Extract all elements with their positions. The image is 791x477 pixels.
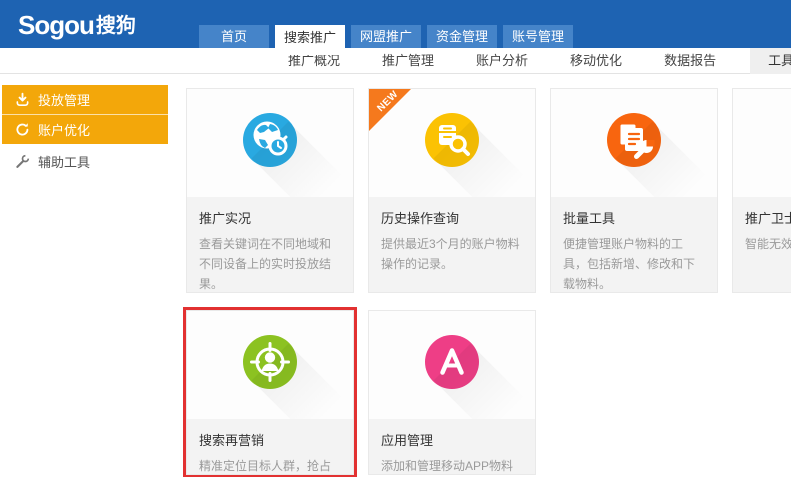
subnav-tools[interactable]: 工具 NEW (750, 48, 791, 74)
card-title: 批量工具 (563, 211, 616, 226)
top-header: Sogou 搜狗 首页 搜索推广 网盟推广 资金管理 账号管理 (0, 0, 791, 55)
card-text-area: 应用管理 添加和管理移动APP物料的平台。 (369, 419, 535, 474)
card-search-remarketing[interactable]: 搜索再营销 精准定位目标人群，抢占商机。 (183, 307, 357, 477)
download-icon (16, 92, 29, 106)
history-search-icon (425, 113, 479, 167)
tab-search-promotion[interactable]: 搜索推广 (275, 25, 345, 55)
card-text-area: 推广实况 查看关键词在不同地域和不同设备上的实时投放结果。 (187, 197, 353, 292)
globe-clock-icon (243, 113, 297, 167)
card-title: 应用管理 (381, 433, 434, 448)
subnav-promotion-management[interactable]: 推广管理 (374, 48, 442, 74)
card-icon-area (187, 89, 353, 197)
card-row-1: 推广实况 查看关键词在不同地域和不同设备上的实时投放结果。 NEW 历史操作查询… (186, 88, 791, 293)
tab-network-promotion[interactable]: 网盟推广 (351, 25, 421, 48)
logo-text-cn: 搜狗 (95, 15, 136, 37)
card-text-area: 推广卫士 智能无效 (733, 197, 791, 292)
new-ribbon: NEW (369, 89, 411, 131)
subnav-tools-label: 工具 (768, 53, 791, 68)
card-promotion-live[interactable]: 推广实况 查看关键词在不同地域和不同设备上的实时投放结果。 (186, 88, 354, 293)
card-icon-area (369, 311, 535, 419)
sub-nav: 推广概况 推广管理 账户分析 移动优化 数据报告 工具 NEW (0, 48, 791, 74)
sidebar-item-delivery-management[interactable]: 投放管理 (2, 85, 168, 114)
card-desc: 添加和管理移动APP物料的平台。 (381, 459, 514, 473)
sogou-logo[interactable]: Sogou 搜狗 (18, 9, 136, 41)
new-ribbon-label: NEW (375, 89, 401, 115)
card-app-management[interactable]: 应用管理 添加和管理移动APP物料的平台。 (368, 310, 536, 475)
card-desc: 便捷管理账户物料的工具，包括新增、修改和下载物料。 (563, 237, 696, 291)
sidebar-item-account-optimization[interactable]: 账户优化 (2, 114, 168, 144)
subnav-account-analysis[interactable]: 账户分析 (468, 48, 536, 74)
card-title: 推广实况 (199, 211, 252, 226)
card-row-2: 搜索再营销 精准定位目标人群，抢占商机。 应用管理 添加和管理移动APP物料的平… (183, 307, 791, 477)
tab-account-management[interactable]: 账号管理 (503, 25, 573, 48)
batch-tools-icon (607, 113, 661, 167)
subnav-mobile-optimization[interactable]: 移动优化 (562, 48, 630, 74)
card-desc: 智能无效 (745, 237, 791, 251)
subnav-data-report[interactable]: 数据报告 (656, 48, 724, 74)
card-text-area: 历史操作查询 提供最近3个月的账户物料操作的记录。 (369, 197, 535, 292)
wrench-icon (16, 154, 30, 168)
sidebar-item-auxiliary-tools[interactable]: 辅助工具 (2, 147, 168, 176)
card-desc: 提供最近3个月的账户物料操作的记录。 (381, 237, 520, 271)
card-text-area: 批量工具 便捷管理账户物料的工具，包括新增、修改和下载物料。 (551, 197, 717, 292)
card-icon-area (551, 89, 717, 197)
sidebar-item-label: 辅助工具 (38, 155, 91, 170)
card-icon-area (733, 89, 791, 197)
target-person-icon (243, 335, 297, 389)
main-nav: 首页 搜索推广 网盟推广 资金管理 账号管理 (199, 25, 573, 55)
app-store-icon (425, 335, 479, 389)
card-text-area: 搜索再营销 精准定位目标人群，抢占商机。 (187, 419, 353, 474)
card-title: 推广卫士 (745, 211, 791, 226)
card-icon-area (187, 311, 353, 419)
sidebar: 投放管理 账户优化 辅助工具 (2, 85, 168, 176)
logo-text-en: Sogou (18, 10, 95, 40)
tab-home[interactable]: 首页 (199, 25, 269, 48)
sidebar-item-label: 投放管理 (38, 93, 91, 108)
card-title: 搜索再营销 (199, 433, 265, 448)
card-desc: 精准定位目标人群，抢占商机。 (199, 459, 332, 473)
tab-fund-management[interactable]: 资金管理 (427, 25, 497, 48)
refresh-icon (16, 123, 29, 136)
card-history-query[interactable]: NEW 历史操作查询 提供最近3个月的账户物料操作的记录。 (368, 88, 536, 293)
sidebar-item-label: 账户优化 (38, 123, 91, 138)
card-batch-tools[interactable]: 批量工具 便捷管理账户物料的工具，包括新增、修改和下载物料。 (550, 88, 718, 293)
card-promotion-guard[interactable]: 推广卫士 智能无效 (732, 88, 791, 293)
card-title: 历史操作查询 (381, 211, 460, 226)
tools-card-grid: 推广实况 查看关键词在不同地域和不同设备上的实时投放结果。 NEW 历史操作查询… (183, 88, 791, 477)
card-icon-area: NEW (369, 89, 535, 197)
card-desc: 查看关键词在不同地域和不同设备上的实时投放结果。 (199, 237, 332, 291)
